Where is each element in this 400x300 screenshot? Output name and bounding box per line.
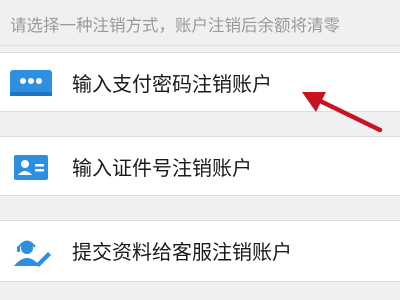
password-keypad-icon xyxy=(10,70,52,98)
annotation-arrow-icon xyxy=(302,92,383,133)
instruction-hint-text: 请选择一种注销方式，账户注销后余额将清零 xyxy=(10,16,340,35)
option-payment-password-label: 输入支付密码注销账户 xyxy=(72,72,272,96)
option-id-number[interactable]: 输入证件号注销账户 xyxy=(0,136,400,196)
customer-service-icon xyxy=(10,238,52,267)
id-card-icon xyxy=(10,154,52,182)
instruction-hint: 请选择一种注销方式，账户注销后余额将清零 xyxy=(0,0,400,46)
option-customer-service-label: 提交资料给客服注销账户 xyxy=(72,240,292,264)
option-customer-service[interactable]: 提交资料给客服注销账户 xyxy=(0,220,400,282)
option-id-number-label: 输入证件号注销账户 xyxy=(72,156,252,180)
